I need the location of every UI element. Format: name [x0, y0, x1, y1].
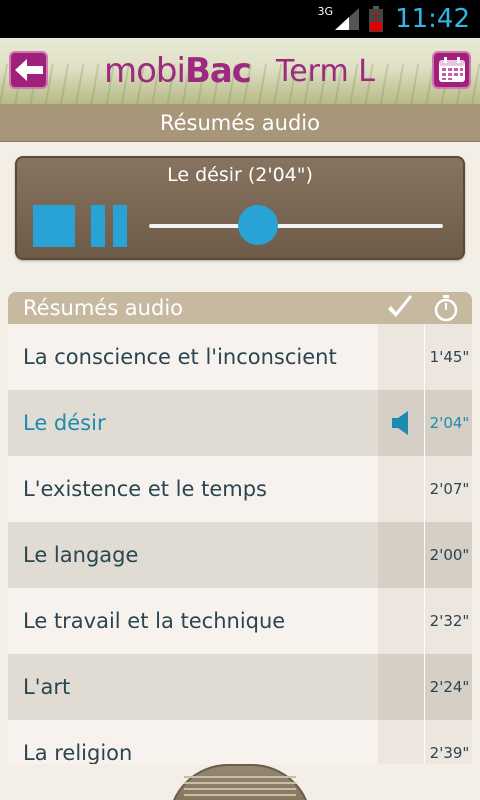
section-title: Résumés audio — [0, 104, 480, 142]
status-bar: 3G ! 11:42 — [0, 0, 480, 38]
calendar-button[interactable] — [432, 51, 471, 89]
list-header: Résumés audio — [8, 292, 472, 324]
signal-icon — [335, 8, 360, 30]
pause-bar-right — [113, 205, 127, 247]
logo-part-bac: Bac — [184, 51, 252, 91]
list-item[interactable]: La religion 2'39" — [8, 720, 472, 764]
list-item[interactable]: L'art 2'24" — [8, 654, 472, 720]
audio-list: Résumés audio La conscience et l'inconsc… — [8, 292, 472, 764]
list-item-duration: 2'04" — [425, 390, 472, 456]
grip-lines-icon — [184, 776, 296, 800]
back-button[interactable] — [9, 51, 48, 89]
list-item-duration: 2'24" — [425, 654, 472, 720]
list-item-title: La religion — [8, 720, 378, 764]
list-item-duration: 2'07" — [425, 456, 472, 522]
svg-text:!: ! — [374, 10, 379, 23]
seek-slider-track[interactable] — [149, 224, 443, 228]
list-item-status — [378, 324, 425, 390]
list-item-title: L'art — [8, 654, 378, 720]
list-item-duration: 2'32" — [425, 588, 472, 654]
player-track-title: Le désir (2'04") — [167, 164, 313, 186]
list-item-status — [378, 456, 425, 522]
stop-button[interactable] — [33, 205, 75, 247]
seek-slider-thumb[interactable] — [237, 205, 278, 245]
list-header-title: Résumés audio — [23, 296, 184, 320]
logo-part-mobi: mobi — [104, 51, 186, 91]
list-item-duration: 2'39" — [425, 720, 472, 764]
list-item-title: Le langage — [8, 522, 378, 588]
list-item-duration: 2'00" — [425, 522, 472, 588]
list-item-status — [378, 390, 425, 456]
app-header: mobiBac Term L — [0, 38, 480, 104]
audio-player: Le désir (2'04") — [15, 156, 465, 260]
list-item[interactable]: Le travail et la technique 2'32" — [8, 588, 472, 654]
list-item-status — [378, 522, 425, 588]
list-item-status — [378, 588, 425, 654]
list-item[interactable]: Le désir 2'04" — [8, 390, 472, 456]
app-logo: mobiBac — [104, 51, 252, 91]
speaker-icon — [392, 411, 408, 435]
list-item-title: Le désir — [8, 390, 378, 456]
list-item-status — [378, 654, 425, 720]
clock: 11:42 — [395, 4, 470, 34]
term-label: Term L — [276, 54, 375, 89]
back-arrow-icon — [14, 59, 43, 81]
list-item[interactable]: La conscience et l'inconscient 1'45" — [8, 324, 472, 390]
stopwatch-icon — [434, 295, 458, 322]
list-item-title: L'existence et le temps — [8, 456, 378, 522]
list-item-status — [378, 720, 425, 764]
list-item-duration: 1'45" — [425, 324, 472, 390]
network-type: 3G — [317, 4, 334, 18]
calendar-icon — [438, 57, 465, 82]
list-item-title: La conscience et l'inconscient — [8, 324, 378, 390]
pause-button[interactable] — [91, 205, 127, 247]
checkmark-icon — [388, 295, 412, 317]
pause-bar-left — [91, 205, 105, 247]
list-item[interactable]: Le langage 2'00" — [8, 522, 472, 588]
drawer-handle[interactable] — [168, 764, 312, 800]
battery-icon: ! — [369, 6, 384, 32]
list-item-title: Le travail et la technique — [8, 588, 378, 654]
list-item[interactable]: L'existence et le temps 2'07" — [8, 456, 472, 522]
